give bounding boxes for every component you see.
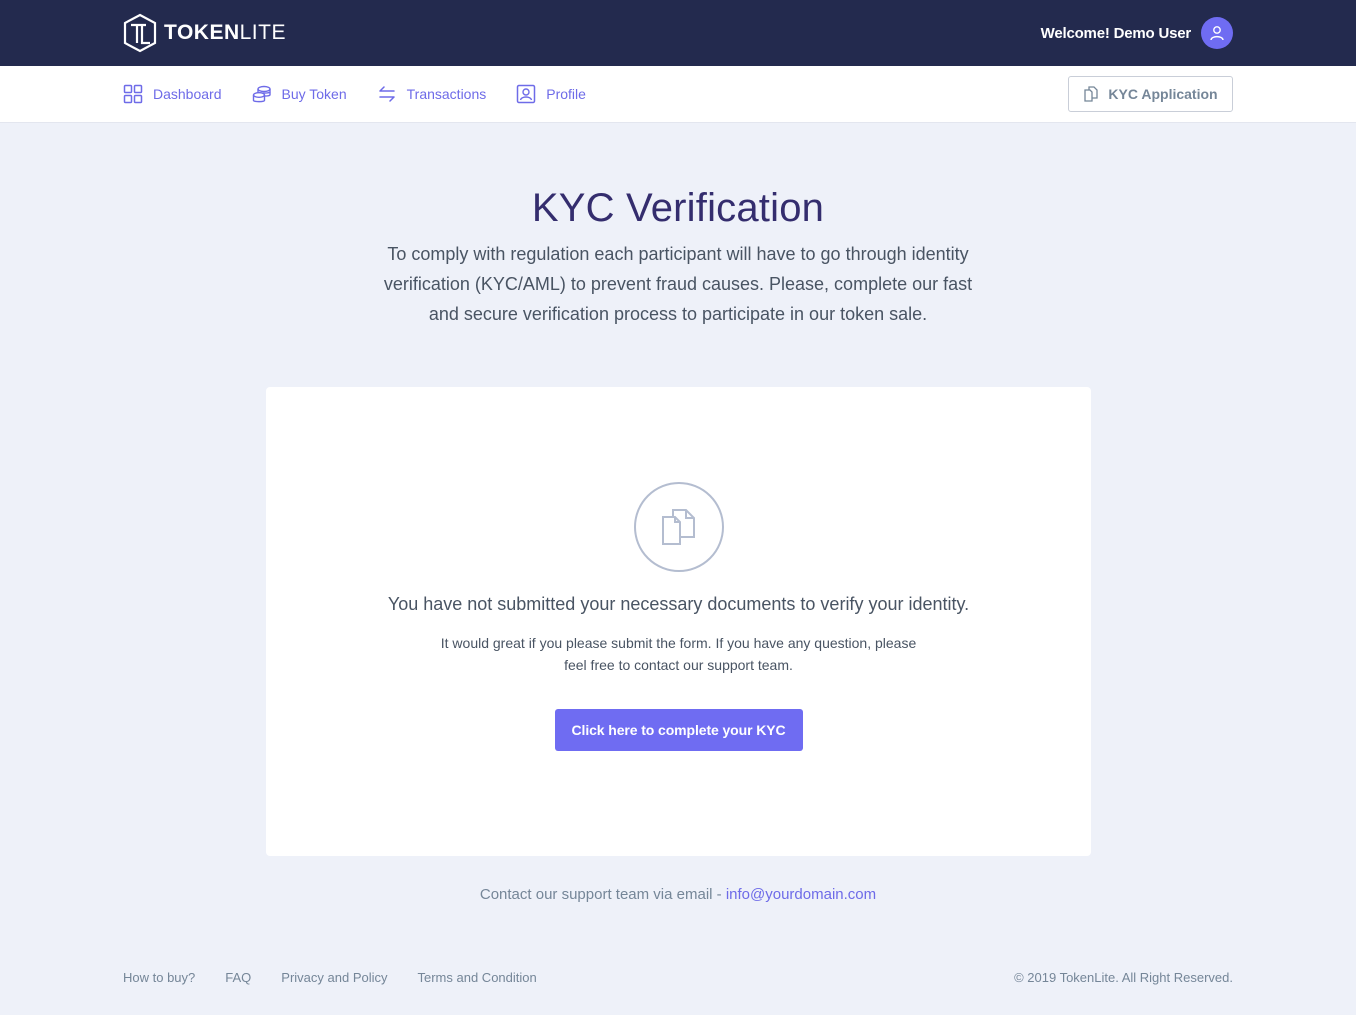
brand-name: TOKENLITE <box>164 21 286 44</box>
dashboard-icon <box>123 84 143 104</box>
kyc-application-label: KYC Application <box>1108 86 1218 102</box>
top-bar: TOKENLITE Welcome! Demo User <box>0 0 1356 66</box>
footer-link-terms[interactable]: Terms and Condition <box>418 970 537 985</box>
support-text: Contact our support team via email - <box>479 886 726 903</box>
kyc-status-description: It would great if you please submit the … <box>440 635 917 673</box>
user-menu[interactable]: Welcome! Demo User <box>1041 17 1233 49</box>
footer-link-faq[interactable]: FAQ <box>225 970 251 985</box>
footer-link-privacy[interactable]: Privacy and Policy <box>281 970 387 985</box>
nav-label-buy-token: Buy Token <box>281 86 347 102</box>
page-intro: To comply with regulation each participa… <box>383 244 973 324</box>
user-avatar[interactable] <box>1201 17 1233 49</box>
kyc-status-card: You have not submitted your necessary do… <box>266 387 1091 856</box>
documents-icon <box>1084 86 1099 102</box>
main-navbar: Dashboard Buy Token Transactions Profile… <box>0 66 1356 123</box>
copyright: © 2019 TokenLite. All Right Reserved. <box>1014 970 1233 985</box>
coins-icon <box>252 85 271 103</box>
nav-item-transactions[interactable]: Transactions <box>377 84 487 104</box>
nav-item-buy-token[interactable]: Buy Token <box>252 84 347 104</box>
documents-badge <box>633 482 724 572</box>
footer: How to buy? FAQ Privacy and Policy Terms… <box>123 970 1233 985</box>
user-icon <box>1210 26 1224 41</box>
support-email-link[interactable]: info@yourdomain.com <box>726 886 876 903</box>
tokenlite-logo-icon <box>123 13 157 53</box>
nav-label-profile: Profile <box>546 86 586 102</box>
transfer-arrows-icon <box>378 86 395 102</box>
documents-icon <box>661 509 695 545</box>
welcome-text: Welcome! Demo User <box>1040 24 1192 42</box>
nav-menu: Dashboard Buy Token Transactions Profile <box>123 66 616 122</box>
complete-kyc-button[interactable]: Click here to complete your KYC <box>554 709 803 751</box>
brand-logo[interactable]: TOKENLITE <box>122 13 286 53</box>
nav-label-dashboard: Dashboard <box>153 86 222 102</box>
nav-label-transactions: Transactions <box>406 86 487 102</box>
page-heading: KYC Verification To comply with regulati… <box>0 185 1356 329</box>
profile-icon <box>517 84 536 104</box>
nav-item-profile[interactable]: Profile <box>516 84 586 104</box>
page-title: KYC Verification <box>531 186 825 230</box>
kyc-application-button[interactable]: KYC Application <box>1068 76 1233 112</box>
nav-item-dashboard[interactable]: Dashboard <box>123 84 222 104</box>
footer-link-how-to-buy[interactable]: How to buy? <box>123 970 195 985</box>
kyc-status-message: You have not submitted your necessary do… <box>387 594 970 614</box>
footer-links: How to buy? FAQ Privacy and Policy Terms… <box>123 970 567 985</box>
support-contact: Contact our support team via email - inf… <box>0 886 1356 903</box>
